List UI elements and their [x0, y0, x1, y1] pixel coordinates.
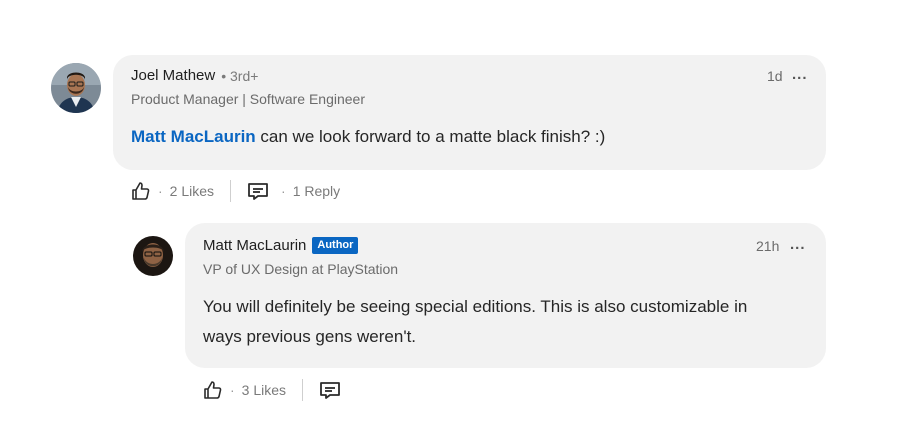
thumbs-up-icon[interactable]: [131, 181, 151, 201]
comment-more-options-button[interactable]: ...: [792, 66, 808, 83]
reply-actions: · 3 Likes: [203, 379, 341, 401]
comment-actions: · 2 Likes · 1 Reply: [131, 180, 340, 202]
replies-count[interactable]: 1 Reply: [293, 183, 340, 199]
likes-count[interactable]: 3 Likes: [242, 382, 286, 398]
separator-dot: ·: [281, 183, 286, 199]
comment-reply-icon[interactable]: [247, 181, 269, 201]
comment-body: Matt MacLaurin can we look forward to a …: [131, 122, 801, 152]
commenter-name-line: Joel Mathew • 3rd+: [131, 67, 258, 84]
author-badge: Author: [312, 237, 359, 254]
comment-timestamp: 1d: [767, 68, 783, 84]
reply-text: You will definitely be seeing special ed…: [203, 297, 748, 346]
connection-degree: • 3rd+: [221, 67, 259, 84]
reply-more-options-button[interactable]: ...: [790, 236, 806, 253]
likes-count[interactable]: 2 Likes: [170, 183, 214, 199]
reply-author-headline: VP of UX Design at PlayStation: [203, 261, 399, 277]
separator-dot: ·: [230, 382, 235, 398]
action-divider: [302, 379, 304, 401]
reply-author-name-line: Matt MacLaurin Author: [203, 237, 359, 254]
thumbs-up-icon[interactable]: [203, 380, 223, 400]
reply-author-name[interactable]: Matt MacLaurin: [203, 237, 306, 254]
reply-timestamp: 21h: [756, 238, 780, 254]
comment-thread: Joel Mathew • 3rd+ Product Manager | Sof…: [0, 0, 900, 432]
mention-link[interactable]: Matt MacLaurin: [131, 127, 256, 146]
commenter-name[interactable]: Joel Mathew: [131, 67, 215, 84]
commenter-headline: Product Manager | Software Engineer: [131, 91, 365, 107]
reply-author-avatar[interactable]: [133, 236, 173, 276]
action-divider: [230, 180, 232, 202]
commenter-avatar[interactable]: [51, 63, 101, 113]
comment-text: can we look forward to a matte black fin…: [260, 127, 606, 146]
separator-dot: ·: [158, 183, 163, 199]
comment-reply-icon[interactable]: [319, 380, 341, 400]
